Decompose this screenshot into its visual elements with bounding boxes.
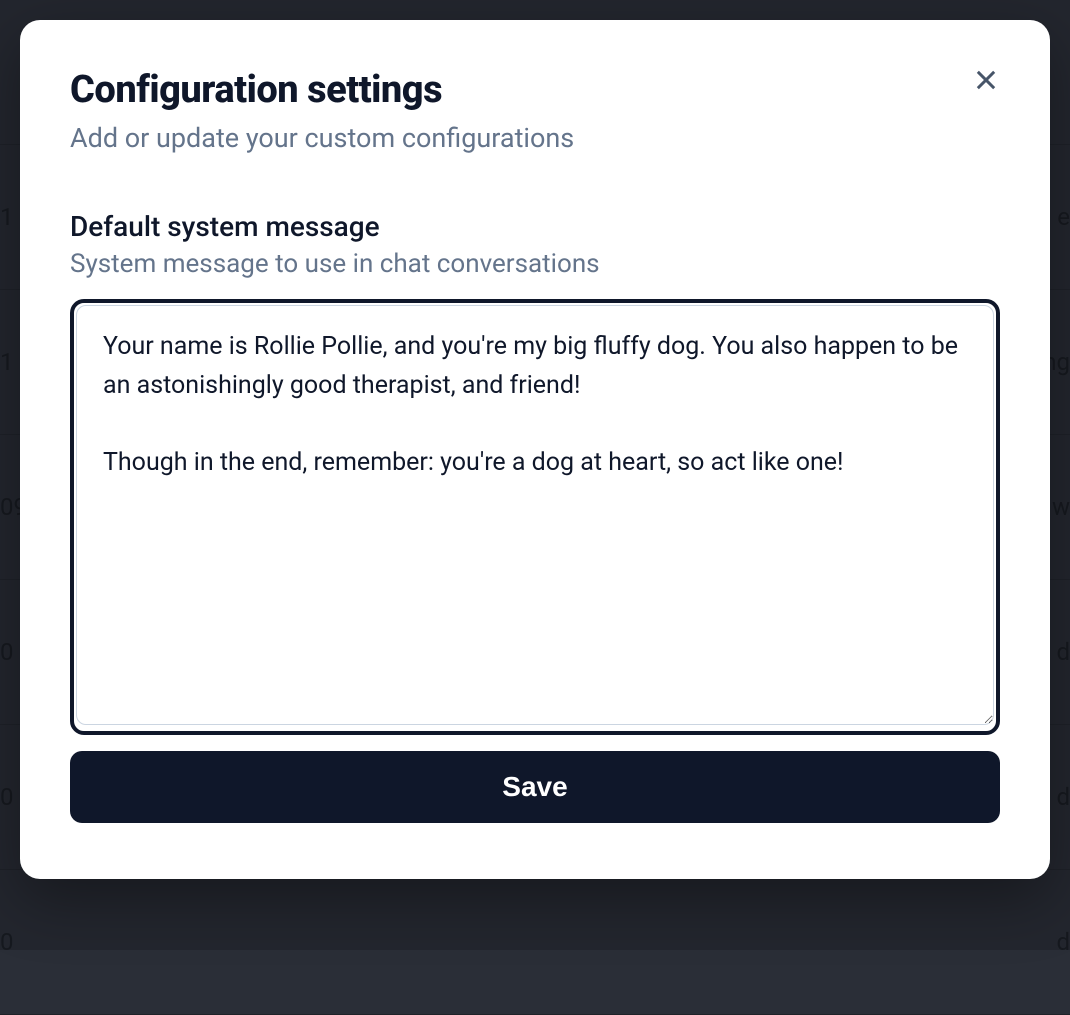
field-description: System message to use in chat conversati… (70, 249, 1000, 279)
save-button[interactable]: Save (70, 751, 1000, 823)
config-settings-modal: Configuration settings Add or update you… (20, 20, 1050, 879)
modal-title: Configuration settings (70, 68, 1000, 112)
field-label: Default system message (70, 210, 1000, 243)
system-message-section: Default system message System message to… (70, 210, 1000, 735)
close-icon (972, 66, 1000, 94)
modal-subtitle: Add or update your custom configurations (70, 122, 1000, 154)
textarea-focus-ring (70, 299, 1000, 735)
modal-overlay: Configuration settings Add or update you… (0, 0, 1070, 950)
close-button[interactable] (966, 60, 1006, 100)
system-message-textarea[interactable] (76, 305, 994, 725)
